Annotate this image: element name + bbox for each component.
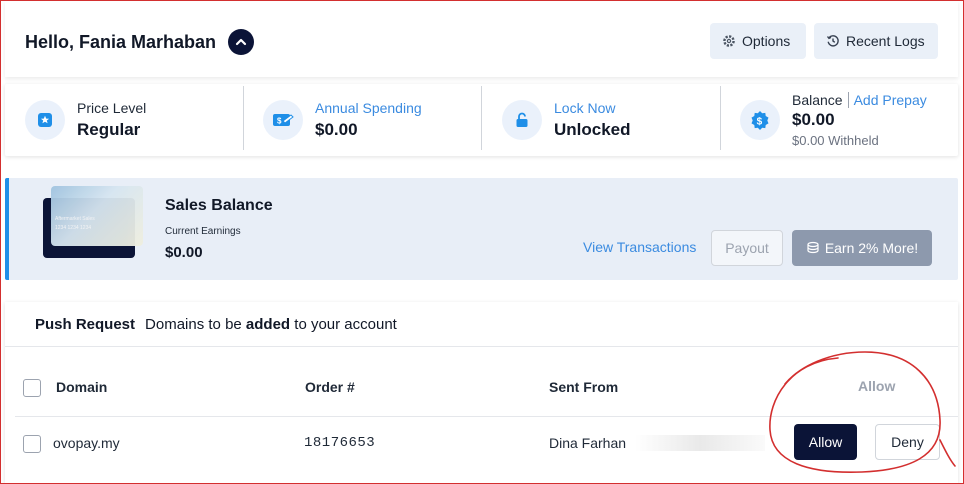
row-checkbox[interactable]	[23, 435, 41, 453]
svg-text:$: $	[757, 117, 763, 128]
column-header-allow: Allow	[858, 378, 896, 394]
balance-stat: $ Balance Add Prepay $0.00 $0.00 Withhel…	[740, 84, 927, 156]
current-earnings-label: Current Earnings	[165, 226, 241, 237]
stat-divider	[481, 86, 482, 150]
row-divider	[15, 416, 958, 417]
card-payment-icon: $	[263, 100, 303, 140]
card-illustration: Aftermarket Sales 1234 1234 1234	[51, 186, 143, 246]
section-divider	[5, 346, 958, 347]
dollar-badge-icon: $	[740, 100, 780, 140]
earn-more-label: Earn 2% More!	[824, 240, 919, 256]
sales-balance-panel: Aftermarket Sales 1234 1234 1234 Sales B…	[5, 178, 958, 280]
greeting-text: Hello, Fania Marhaban	[25, 31, 217, 52]
balance-label: Balance	[792, 92, 843, 108]
price-level-label: Price Level	[77, 100, 147, 116]
column-header-sent-from[interactable]: Sent From	[549, 379, 618, 395]
deny-button[interactable]: Deny	[875, 424, 940, 460]
recent-logs-button[interactable]: Recent Logs	[814, 23, 938, 59]
column-header-domain[interactable]: Domain	[56, 379, 107, 395]
card-number-text: 1234 1234 1234	[55, 225, 92, 231]
balance-value: $0.00	[792, 110, 835, 129]
stat-divider	[243, 86, 244, 150]
annual-spending-value: $0.00	[315, 120, 358, 139]
recent-logs-label: Recent Logs	[846, 33, 925, 49]
coins-icon	[806, 241, 820, 255]
row-sent-from: Dina Farhan	[549, 435, 627, 451]
header-bar: Hello, Fania Marhaban Options Recent Log…	[5, 1, 958, 77]
lock-status-value: Unlocked	[554, 120, 631, 139]
gear-icon	[722, 34, 736, 48]
annual-spending-stat: $ Annual Spending $0.00	[263, 84, 422, 156]
annual-spending-link[interactable]: Annual Spending	[315, 100, 422, 116]
stat-divider	[720, 86, 721, 150]
options-button[interactable]: Options	[710, 23, 806, 59]
push-request-title: Push Request	[35, 316, 136, 333]
chevron-up-icon[interactable]	[228, 29, 255, 55]
push-desc-bold: added	[245, 316, 291, 333]
greeting: Hello, Fania Marhaban	[25, 29, 255, 55]
push-request-panel: Push Request Domains to be added to your …	[5, 302, 958, 484]
lock-stat: Lock Now Unlocked	[502, 84, 631, 156]
row-domain: ovopay.my	[53, 435, 120, 451]
push-desc-after: to your account	[294, 316, 397, 333]
add-prepay-link[interactable]: Add Prepay	[854, 92, 927, 108]
sales-balance-title: Sales Balance	[165, 197, 273, 214]
lock-now-link[interactable]: Lock Now	[554, 100, 631, 116]
current-earnings-value: $0.00	[165, 244, 203, 261]
redacted-fade	[635, 435, 765, 451]
history-icon	[826, 34, 840, 48]
label-separator	[847, 92, 849, 108]
unlock-icon	[502, 100, 542, 140]
push-request-heading: Push Request Domains to be added to your …	[35, 316, 397, 333]
price-level-value: Regular	[77, 120, 141, 139]
select-all-checkbox[interactable]	[23, 379, 41, 397]
row-order-number: 18176653	[304, 435, 376, 451]
account-stats-panel: Price Level Regular $ Annual Spending $0…	[5, 84, 958, 156]
balance-withheld: $0.00 Withheld	[792, 133, 879, 148]
options-label: Options	[742, 33, 791, 49]
column-header-order[interactable]: Order #	[305, 379, 355, 395]
svg-text:$: $	[277, 117, 282, 126]
price-level-stat: Price Level Regular	[25, 84, 146, 156]
earn-more-button[interactable]: Earn 2% More!	[792, 230, 932, 266]
allow-button[interactable]: Allow	[794, 424, 857, 460]
star-badge-icon	[25, 100, 65, 140]
card-brand-text: Aftermarket Sales	[55, 216, 95, 222]
push-desc-before: Domains to be	[145, 316, 242, 333]
view-transactions-link[interactable]: View Transactions	[583, 239, 696, 255]
payout-button[interactable]: Payout	[711, 230, 783, 266]
